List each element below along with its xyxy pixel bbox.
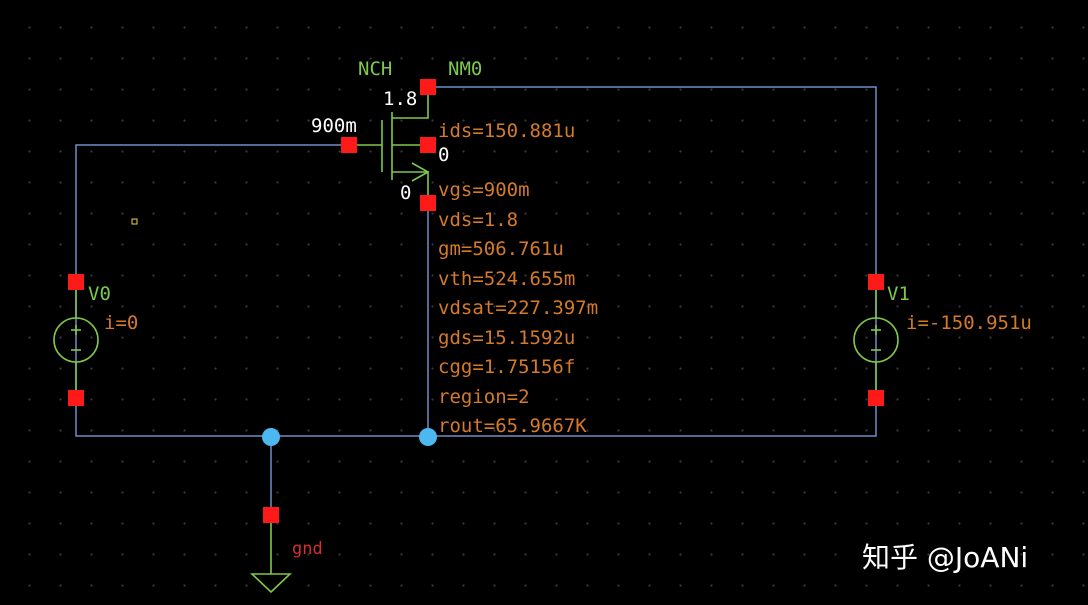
schematic-canvas[interactable]: NCH NM0 1.8 900m 0 0 ids=150.881u vgs=90… (0, 0, 1088, 605)
source-terminal-label: 0 (400, 182, 412, 204)
selection-marker (131, 218, 138, 225)
op-vgs: vgs=900m (438, 179, 530, 201)
drain-pin[interactable] (420, 79, 436, 95)
op-vdsat: vdsat=227.397m (438, 297, 599, 319)
ground-pin[interactable] (263, 507, 279, 523)
op-vds: vds=1.8 (438, 208, 519, 231)
gate-wire[interactable] (75, 144, 428, 437)
junction-dot[interactable] (419, 428, 437, 446)
v0-current-label: i=0 (104, 312, 139, 334)
op-region: region=2 (438, 385, 530, 408)
ground-label: gnd (292, 539, 323, 559)
v1-name-label: V1 (887, 283, 910, 305)
op-gds: gds=15.1592u (438, 326, 576, 349)
transistor-instance-label: NM0 (448, 58, 483, 80)
op-vth: vth=524.655m (438, 267, 576, 290)
op-gm: gm=506.761u (438, 238, 564, 260)
transistor-model-label: NCH (358, 58, 393, 80)
op-ids: ids=150.881u (438, 120, 576, 142)
v1-plus-pin[interactable] (868, 274, 884, 290)
gate-pin[interactable] (341, 137, 357, 153)
watermark: 知乎 @JoANi (862, 541, 1029, 574)
op-cgg: cgg=1.75156f (438, 356, 576, 378)
junction-dot[interactable] (262, 428, 280, 446)
v0-name-label: V0 (88, 283, 111, 305)
body-pin[interactable] (420, 137, 436, 153)
transistor-width-label: 900m (311, 115, 357, 137)
op-rout: rout=65.9667K (438, 415, 587, 437)
v0-minus-pin[interactable] (68, 390, 84, 406)
v0-plus-pin[interactable] (68, 274, 84, 290)
transistor-length-label: 1.8 (383, 88, 418, 110)
operating-point-list: ids=150.881u vgs=900m vds=1.8 gm=506.761… (438, 117, 598, 442)
v1-current-label: i=-150.951u (906, 312, 1032, 334)
v1-minus-pin[interactable] (868, 390, 884, 406)
op-spacer (438, 147, 598, 177)
source-pin[interactable] (420, 195, 436, 211)
ground-symbol[interactable] (249, 523, 293, 594)
